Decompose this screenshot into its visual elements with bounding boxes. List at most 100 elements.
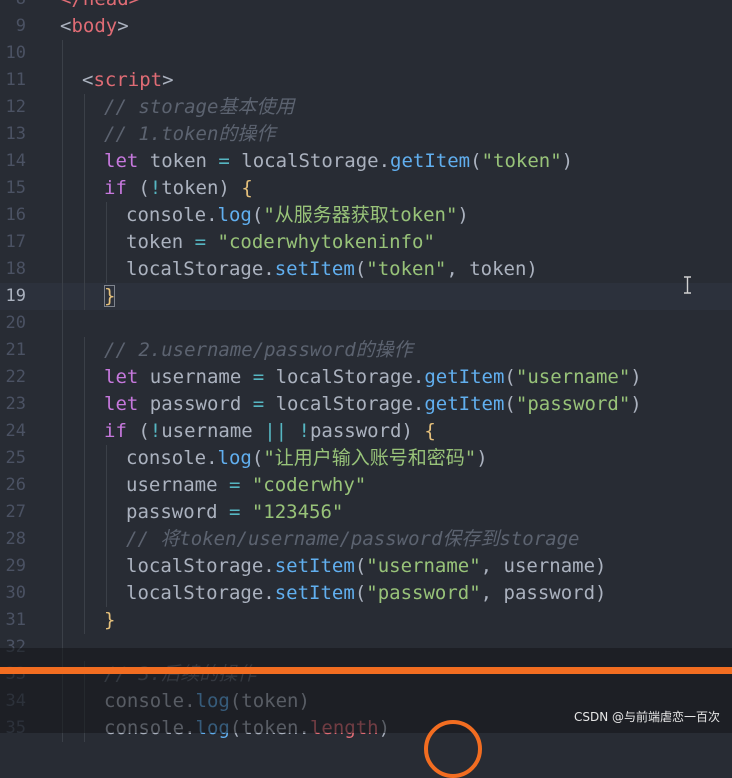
code-token: getItem	[424, 393, 505, 415]
code-token: // storage基本使用	[104, 96, 295, 118]
code-line[interactable]: 10	[0, 40, 732, 67]
code-line[interactable]: 19}	[0, 283, 732, 310]
line-number: 9	[15, 16, 26, 36]
code-text: localStorage.setItem("password", passwor…	[126, 580, 607, 607]
code-line[interactable]: 23 let password = localStorage.getItem("p…	[0, 391, 732, 418]
code-line[interactable]: 12 // storage基本使用	[0, 94, 732, 121]
indent-guide	[106, 445, 107, 472]
code-token: .	[206, 447, 218, 469]
code-line[interactable]: 13 // 1.token的操作	[0, 121, 732, 148]
code-line[interactable]: 17 token = "coderwhytokeninfo"	[0, 229, 732, 256]
code-token: password)	[309, 420, 425, 442]
code-token: .	[263, 555, 275, 577]
line-number: 13	[5, 124, 26, 144]
indent-guide	[84, 121, 85, 148]
code-token: localStorage	[264, 393, 413, 415]
indent-guide	[84, 526, 85, 553]
code-token: .	[206, 204, 218, 226]
code-token: getItem	[424, 366, 505, 388]
indent-guide	[84, 418, 85, 445]
code-line[interactable]: 8 </head>	[0, 0, 732, 13]
indent-guide	[106, 580, 107, 607]
indent-guide	[106, 526, 107, 553]
code-line[interactable]: 9 <body>	[0, 13, 732, 40]
code-token: localStorage	[126, 582, 264, 604]
indent-guide	[62, 445, 63, 472]
code-token: (	[126, 177, 150, 199]
code-token: username	[138, 366, 253, 388]
indent-guide	[106, 553, 107, 580]
line-number: 23	[5, 394, 26, 414]
code-text: if (!username || !password) {	[104, 418, 436, 445]
indent-guide	[106, 499, 107, 526]
code-token: , password)	[480, 582, 607, 604]
indent-guide	[62, 175, 63, 202]
code-token: )	[630, 393, 642, 415]
indent-guide	[62, 391, 63, 418]
code-text: }	[104, 283, 116, 310]
watermark-text: CSDN @与前端虐恋一百次	[573, 710, 720, 724]
code-token: (	[504, 366, 516, 388]
indent-guide	[62, 202, 63, 229]
indent-guide	[84, 229, 85, 256]
code-line[interactable]: 15 if (!token) {	[0, 175, 732, 202]
code-line[interactable]: 31}	[0, 607, 732, 634]
code-token: <	[82, 69, 94, 91]
indent-guide	[84, 256, 85, 283]
indent-guide	[62, 580, 63, 607]
code-line[interactable]: 20	[0, 310, 732, 337]
line-number: 28	[5, 529, 26, 549]
line-number: 26	[5, 475, 26, 495]
code-token: {	[424, 420, 436, 442]
indent-guide	[84, 445, 85, 472]
code-line[interactable]: 26 username = "coderwhy"	[0, 472, 732, 499]
line-number: 15	[5, 178, 26, 198]
code-text: let token = localStorage.getItem("token"…	[104, 148, 573, 175]
code-token: )	[476, 447, 488, 469]
indent-guide	[62, 553, 63, 580]
code-token: "token"	[481, 150, 562, 172]
code-editor[interactable]: 8</head> 9 <body>1011<script>12// storage基…	[0, 0, 732, 742]
code-token: =	[252, 366, 265, 388]
code-token: =	[252, 393, 265, 415]
code-line[interactable]: 27 password = "123456"	[0, 499, 732, 526]
text-cursor-icon	[684, 276, 691, 294]
code-token: if	[104, 420, 127, 442]
code-token: .	[412, 366, 425, 388]
code-text: console.log("从服务器获取token")	[126, 202, 469, 229]
code-token: // 2.username/password的操作	[104, 339, 413, 361]
indent-guide	[62, 256, 63, 283]
code-line[interactable]: 25 console.log("让用户输入账号和密码")	[0, 445, 732, 472]
code-line[interactable]: 22 let username = localStorage.getItem("u…	[0, 364, 732, 391]
code-line[interactable]: 11 <script>	[0, 67, 732, 94]
line-number: 27	[5, 502, 26, 522]
code-token: =	[228, 474, 241, 496]
code-token: console	[126, 204, 207, 226]
indent-guide	[84, 364, 85, 391]
code-text: // 2.username/password的操作	[104, 337, 413, 364]
code-token: "coderwhy"	[251, 474, 367, 496]
code-token: (	[504, 393, 516, 415]
code-token: ||	[264, 420, 288, 442]
code-token: // 1.token的操作	[104, 123, 276, 145]
code-line[interactable]: 29 localStorage.setItem("username", usern…	[0, 553, 732, 580]
video-progress-bar[interactable]	[0, 667, 732, 674]
code-line[interactable]: 14 let token = localStorage.getItem("toke…	[0, 148, 732, 175]
code-line[interactable]: 16 console.log("从服务器获取token")	[0, 202, 732, 229]
indent-guide	[84, 283, 85, 310]
code-token: let	[104, 366, 139, 388]
code-text: let password = localStorage.getItem("pas…	[104, 391, 642, 418]
code-line[interactable]: 21 // 2.username/password的操作	[0, 337, 732, 364]
code-text: // 将token/username/password保存到storage	[126, 526, 580, 553]
code-token: (	[354, 258, 367, 280]
code-token: setItem	[274, 582, 355, 604]
code-line[interactable]: 28 // 将token/username/password保存到storage	[0, 526, 732, 553]
code-line[interactable]: 24 if (!username || !password) {	[0, 418, 732, 445]
code-line[interactable]: 30 localStorage.setItem("password", passw…	[0, 580, 732, 607]
code-token: {	[241, 177, 253, 199]
code-token: log	[217, 204, 252, 226]
code-token: console	[126, 447, 207, 469]
code-line[interactable]: 18 localStorage.setItem("token", token)	[0, 256, 732, 283]
code-text: <body>	[60, 13, 129, 40]
indent-guide	[62, 337, 63, 364]
